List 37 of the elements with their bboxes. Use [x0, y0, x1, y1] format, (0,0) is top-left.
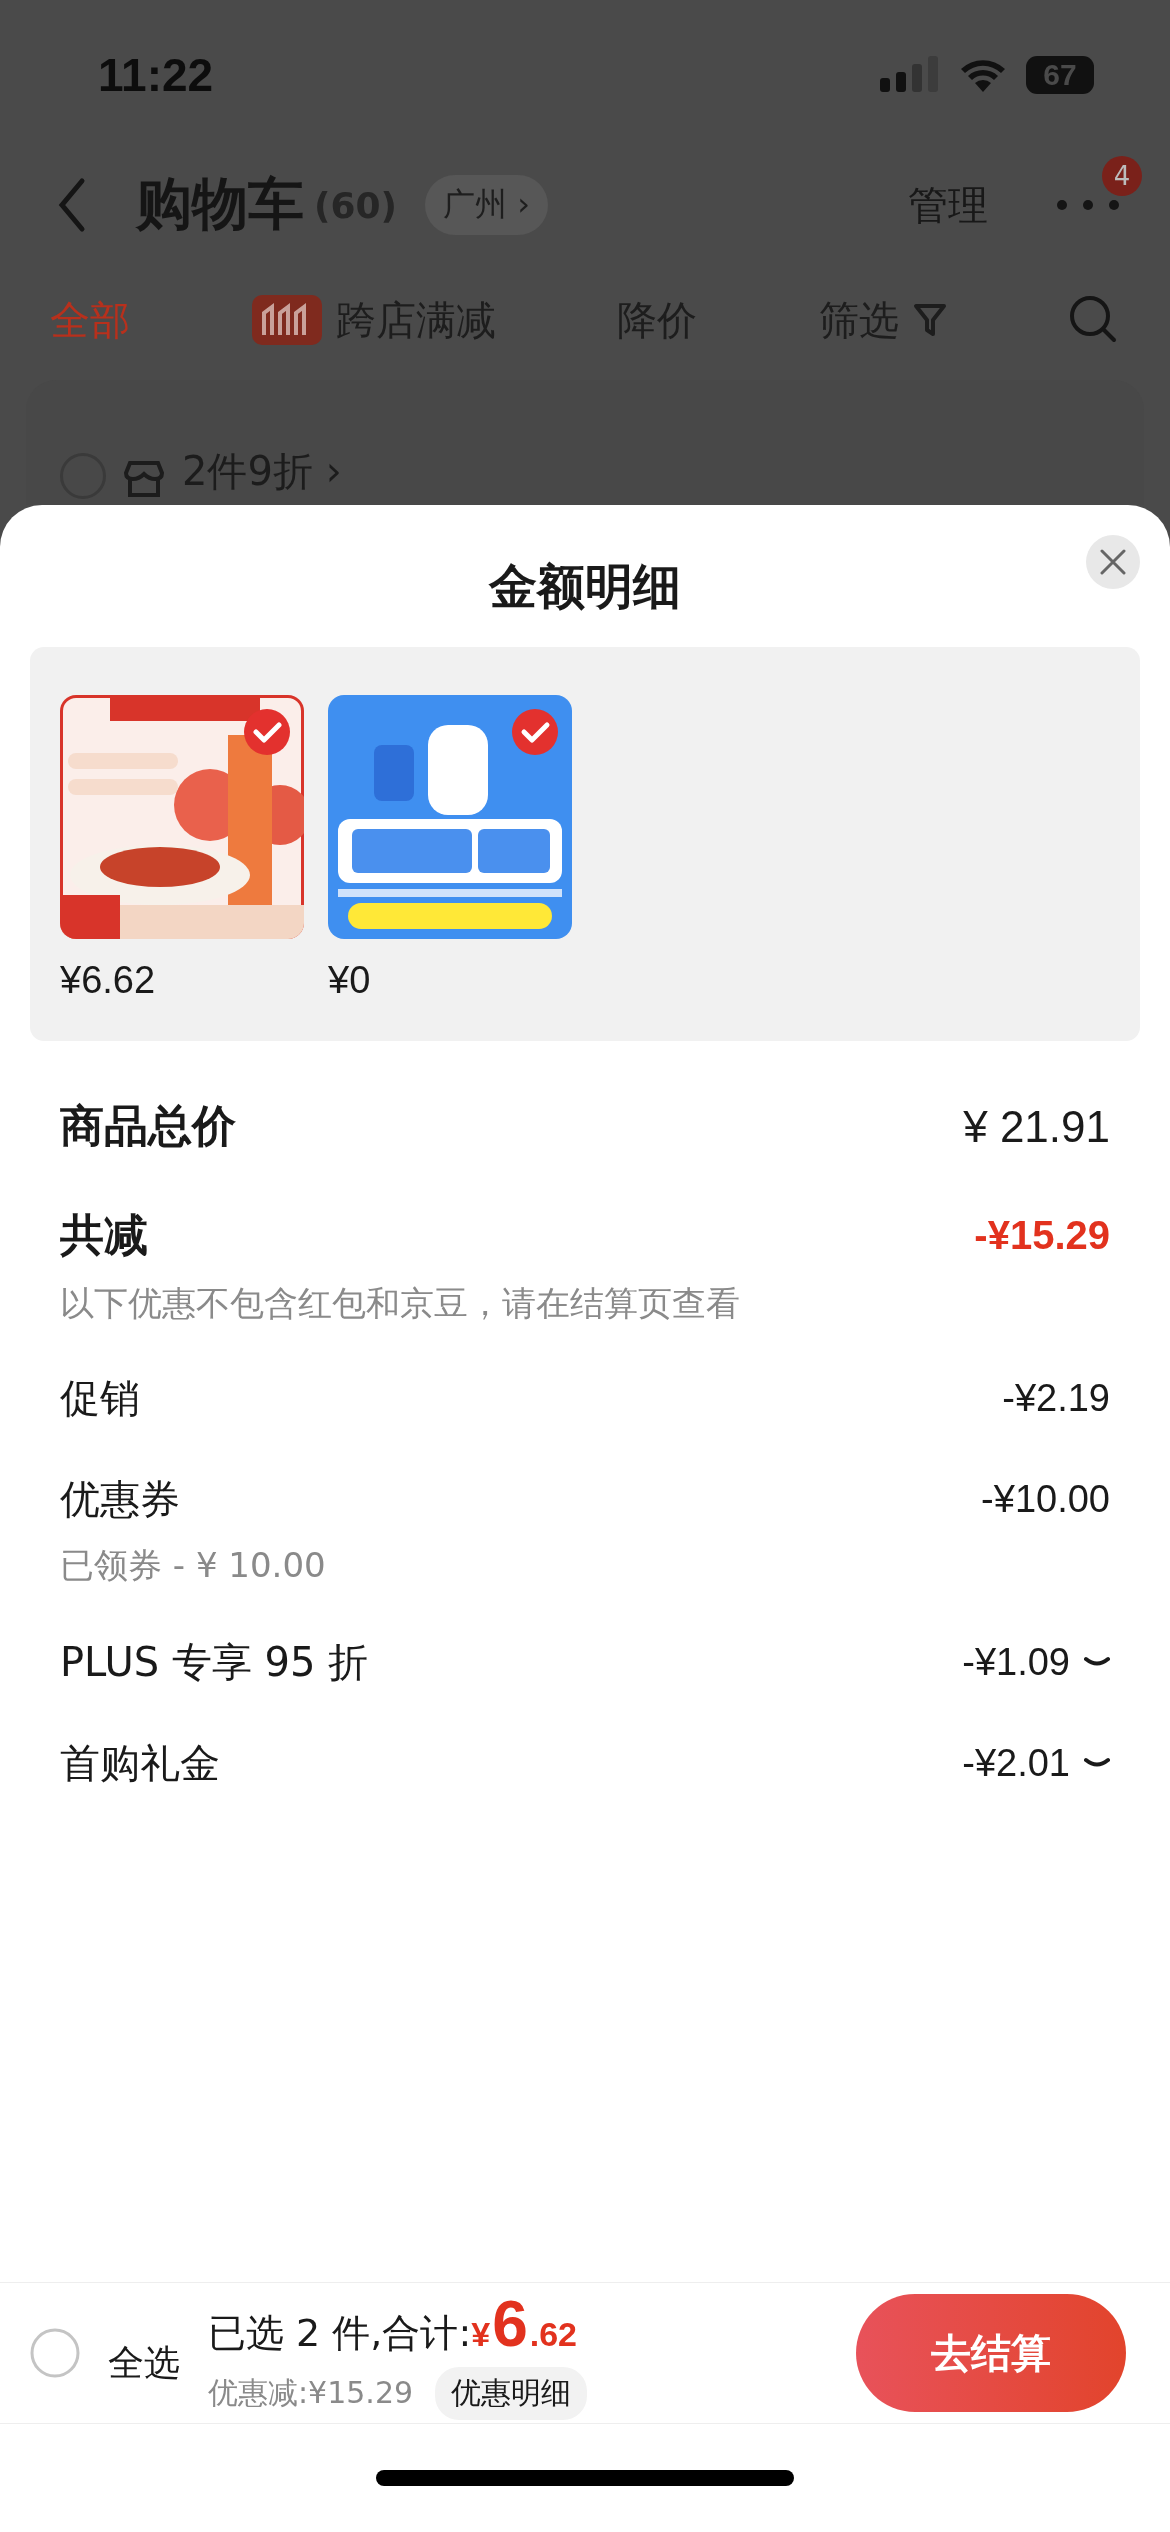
- discount-item-value: -¥2.19: [1002, 1377, 1110, 1420]
- total-value: ¥ 21.91: [963, 1101, 1110, 1152]
- check-icon[interactable]: [244, 709, 290, 755]
- store-icon: [122, 459, 166, 499]
- discount-item-label: 促销: [60, 1374, 140, 1423]
- sheet-title: 金额明细: [489, 557, 681, 616]
- select-all-checkbox[interactable]: [30, 2328, 80, 2378]
- saved-amount: 优惠减:¥15.29: [208, 2373, 414, 2412]
- filter-icon: [912, 302, 947, 338]
- discount-item-value: -¥2.01: [962, 1742, 1070, 1785]
- status-time: 11:22: [98, 48, 214, 102]
- check-icon[interactable]: [512, 709, 558, 755]
- coupon-note: 已领券 - ¥ 10.00: [60, 1544, 327, 1587]
- promo-icon: [251, 295, 322, 345]
- discount-note: 以下优惠不包含红包和京豆，请在结算页查看: [60, 1282, 741, 1325]
- location-chip[interactable]: 广州 ›: [425, 175, 548, 235]
- discount-item-label: 首购礼金: [60, 1739, 220, 1788]
- discount-item-label: PLUS 专享 95 折: [60, 1638, 369, 1687]
- discount-value: -¥15.29: [974, 1213, 1110, 1258]
- close-button[interactable]: [1086, 535, 1140, 589]
- discount-item-value: -¥1.09: [962, 1641, 1070, 1684]
- discount-label: 共减: [60, 1208, 148, 1262]
- filter-tab[interactable]: 全部: [50, 292, 130, 348]
- notification-badge: 4: [1102, 155, 1142, 196]
- total-amount: ¥6.62: [471, 2286, 577, 2361]
- product-price: ¥0: [328, 959, 372, 1002]
- discount-detail-button[interactable]: 优惠明细: [435, 2366, 588, 2420]
- checkout-button[interactable]: 去结算: [856, 2294, 1126, 2412]
- product-price: ¥6.62: [60, 959, 157, 1002]
- signal-icon: [880, 56, 940, 94]
- discount-item-label: 优惠券: [60, 1475, 180, 1524]
- total-label: 商品总价: [60, 1099, 236, 1153]
- battery-icon: 67: [1026, 56, 1094, 94]
- close-icon: [1100, 549, 1126, 575]
- select-all-label[interactable]: 全选: [108, 2338, 180, 2388]
- summary-label: 已选 2 件,合计:: [208, 2309, 472, 2357]
- discount-item-value: -¥10.00: [981, 1478, 1110, 1521]
